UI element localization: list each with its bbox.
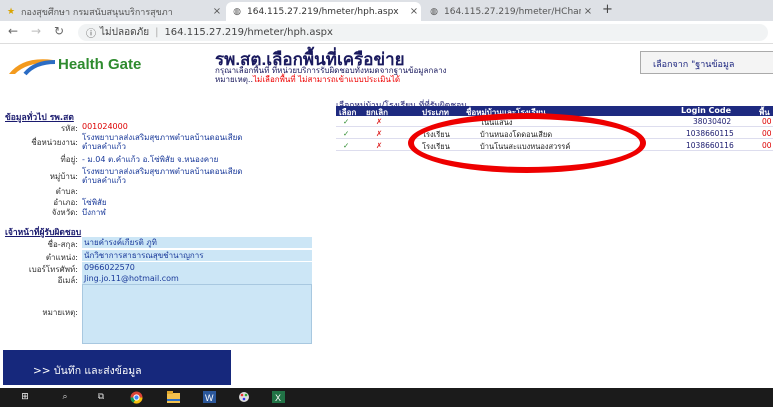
province-label: จังหวัด:: [51, 208, 78, 217]
note-textarea[interactable]: [82, 284, 312, 344]
logo-text: Health Gate: [58, 56, 142, 73]
select-check-icon[interactable]: ✓: [343, 141, 349, 150]
page-note: หมายเหตุ..ไม่เลือกพื้นที่ ไม่สามารถเข้าแ…: [215, 73, 400, 86]
excel-icon[interactable]: X: [271, 391, 285, 404]
security-label: ไม่ปลอดภัย: [100, 27, 150, 38]
village-label: หมู่บ้าน:: [49, 172, 78, 181]
browser-tab-2[interactable]: ◍ 164.115.27.219/hmeter/hph.aspx ×: [226, 2, 421, 21]
select-from-database-button[interactable]: เลือกจาก "ฐานข้อมูล: [640, 51, 773, 74]
close-icon[interactable]: ×: [210, 6, 224, 17]
browser-tab-strip: ★ กองสุขศึกษา กรมสนับสนุนบริการสุขภา × ◍…: [0, 0, 773, 21]
tab-title: 164.115.27.219/hmeter/hph.aspx: [247, 6, 399, 17]
staff-name-label: ชื่อ-สกุล:: [47, 240, 78, 249]
col-login-code: Login Code: [681, 106, 732, 115]
cancel-cross-icon[interactable]: ✗: [376, 129, 382, 138]
reload-icon[interactable]: ↻: [54, 24, 64, 38]
star-icon: ★: [6, 6, 16, 17]
unit-name-value-line2: ตำบลคำแก้ว: [82, 142, 127, 151]
staff-email-label: อีเมล์:: [57, 276, 78, 285]
staff-email-field[interactable]: Jing.jo.11@hotmail.com: [82, 273, 312, 284]
tab-title: 164.115.27.219/hmeter/HChart/: [444, 6, 581, 17]
url-field[interactable]: ⓘ ไม่ปลอดภัย | 164.115.27.219/hmeter/hph…: [78, 24, 768, 41]
row-login-code: 38030402: [693, 117, 732, 126]
search-icon[interactable]: ⌕: [58, 391, 72, 404]
code-label: รหัส:: [60, 124, 78, 133]
globe-icon: ◍: [233, 6, 241, 17]
save-and-submit-button[interactable]: >> บันทึก และส่งข้อมูล: [3, 350, 231, 385]
select-check-icon[interactable]: ✓: [343, 117, 349, 126]
note-label: หมายเหตุ:: [42, 308, 78, 317]
close-icon[interactable]: ×: [581, 6, 595, 17]
windows-icon[interactable]: ⊞: [18, 391, 32, 404]
address-bar-row: ← → ↻ ⓘ ไม่ปลอดภัย | 164.115.27.219/hmet…: [0, 21, 773, 44]
word-icon[interactable]: W: [202, 391, 216, 404]
close-icon[interactable]: ×: [407, 6, 421, 17]
new-tab-button[interactable]: +: [602, 2, 613, 17]
note-prefix: หมายเหตุ..: [215, 75, 254, 84]
row-area: 00: [762, 117, 772, 126]
file-explorer-icon[interactable]: [166, 391, 180, 404]
staff-name-field[interactable]: นายคำรงค์เกียรติ ภูทิ: [82, 237, 312, 248]
staff-phone-field[interactable]: 0966022570: [82, 262, 312, 273]
health-gate-logo-icon: [9, 59, 56, 76]
paint-icon[interactable]: [237, 391, 251, 404]
code-value: 001024000: [82, 122, 128, 131]
back-icon[interactable]: ←: [8, 24, 18, 38]
staff-heading: เจ้าหน้าที่ผู้รับผิดชอบ: [5, 228, 82, 238]
globe-icon: ◍: [430, 6, 438, 17]
url-text: 164.115.27.219/hmeter/hph.aspx: [164, 27, 333, 38]
unit-name-label: ชื่อหน่วยงาน:: [31, 138, 78, 147]
cancel-cross-icon[interactable]: ✗: [376, 117, 382, 126]
row-area: 00: [762, 141, 772, 150]
row-login-code: 1038660115: [686, 129, 734, 138]
svg-text:W: W: [205, 393, 214, 403]
address-label: ที่อยู่:: [60, 155, 78, 164]
province-value: บึงกาฬ: [82, 208, 106, 217]
task-view-icon[interactable]: ⧉: [94, 391, 108, 404]
row-area: 00: [762, 129, 772, 138]
select-check-icon[interactable]: ✓: [343, 129, 349, 138]
browser-tab-1[interactable]: ★ กองสุขศึกษา กรมสนับสนุนบริการสุขภา ×: [0, 2, 224, 21]
annotation-circle: [408, 113, 646, 173]
tab-title: กองสุขศึกษา กรมสนับสนุนบริการสุขภา: [21, 7, 173, 18]
chrome-icon[interactable]: [129, 391, 143, 404]
windows-taskbar: ⊞ ⌕ ⧉ W X: [0, 388, 773, 407]
url-separator: |: [155, 27, 159, 38]
row-login-code: 1038660116: [686, 141, 734, 150]
browser-tab-3[interactable]: ◍ 164.115.27.219/hmeter/HChart/ ×: [423, 2, 595, 21]
village-value-line2: ตำบลคำแก้ว: [82, 176, 127, 185]
note-warning: ไม่เลือกพื้นที่ ไม่สามารถเข้าแบบประเมินไ…: [253, 75, 401, 84]
cancel-cross-icon[interactable]: ✗: [376, 141, 382, 150]
svg-text:X: X: [275, 393, 281, 403]
forward-icon[interactable]: →: [31, 24, 41, 38]
staff-position-field[interactable]: นักวิชาการสาธารณสุขชำนาญการ: [82, 250, 312, 261]
info-icon[interactable]: ⓘ: [86, 25, 96, 40]
